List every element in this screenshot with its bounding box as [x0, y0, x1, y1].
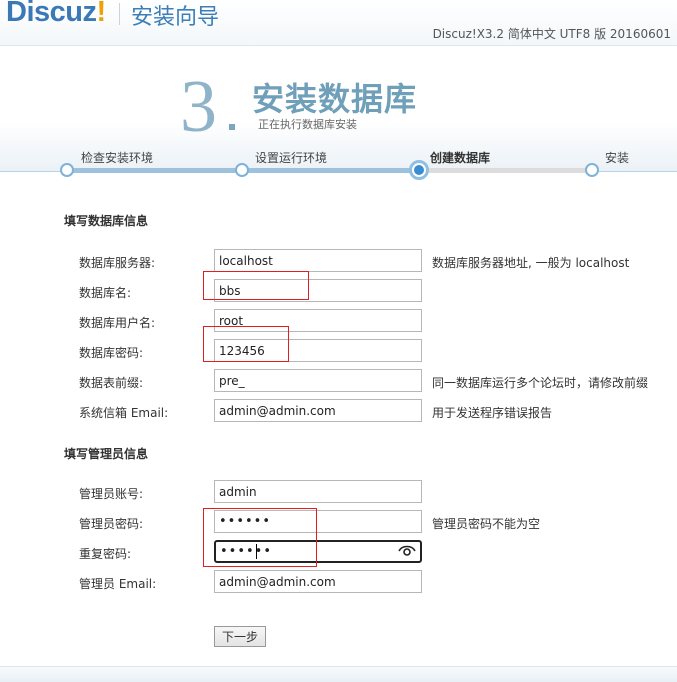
- admin-email-label: 管理员 Email:: [79, 577, 157, 591]
- step-subtitle: 正在执行数据库安装: [258, 118, 357, 131]
- admin-password-hint: 管理员密码不能为空: [432, 517, 541, 531]
- annotation-box-db-password: [203, 326, 289, 362]
- admin-email-input[interactable]: [214, 570, 422, 593]
- step-title: 安装数据库: [252, 80, 418, 118]
- wizard-title: 安装向导: [131, 5, 220, 30]
- step-number: 3: [180, 66, 217, 148]
- admin-section-title: 填写管理员信息: [64, 447, 149, 461]
- annotation-box-admin-password: [203, 508, 317, 567]
- system-email-input[interactable]: [214, 399, 422, 422]
- table-prefix-hint: 同一数据库运行多个论坛时，请修改前缀: [432, 376, 649, 390]
- logo-divider: [119, 3, 120, 25]
- step-label-check-env: 检查安装环境: [81, 151, 154, 165]
- step-node-1: [60, 163, 74, 177]
- db-name-label: 数据库名:: [79, 286, 132, 300]
- table-prefix-label: 数据表前缀:: [79, 376, 144, 390]
- eye-icon[interactable]: [398, 543, 416, 557]
- system-email-label: 系统信箱 Email:: [79, 406, 169, 420]
- repeat-password-label: 重复密码:: [79, 547, 132, 561]
- step-node-2: [235, 163, 249, 177]
- step-number-dot: [229, 124, 235, 130]
- db-host-hint: 数据库服务器地址, 一般为 localhost: [432, 256, 630, 270]
- system-email-hint: 用于发送程序错误报告: [432, 406, 553, 420]
- logo-bang: !: [96, 0, 106, 28]
- admin-password-label: 管理员密码:: [79, 517, 144, 531]
- db-user-label: 数据库用户名:: [79, 316, 156, 330]
- admin-username-input[interactable]: [214, 480, 422, 503]
- annotation-box-db-name: [203, 271, 309, 300]
- step-label-install: 安装: [605, 151, 630, 165]
- db-section-title: 填写数据库信息: [64, 214, 149, 228]
- step-node-3-current: [409, 160, 429, 180]
- admin-username-label: 管理员账号:: [79, 487, 144, 501]
- discuz-logo: Discuz!: [6, 0, 106, 29]
- next-step-button[interactable]: 下一步: [214, 626, 266, 647]
- db-host-label: 数据库服务器:: [79, 256, 156, 270]
- header: Discuz! 安装向导 Discuz!X3.2 简体中文 UTF8 版 201…: [0, 0, 677, 46]
- step-label-create-db: 创建数据库: [430, 151, 491, 165]
- db-host-input[interactable]: [214, 249, 422, 272]
- logo-text: Discuz: [6, 0, 97, 28]
- footer-bar: [0, 666, 677, 682]
- db-password-label: 数据库密码:: [79, 346, 144, 360]
- step-node-4: [585, 163, 599, 177]
- table-prefix-input[interactable]: [214, 369, 422, 392]
- version-info: Discuz!X3.2 简体中文 UTF8 版 20160601: [432, 27, 671, 41]
- step-label-setup-env: 设置运行环境: [255, 151, 328, 165]
